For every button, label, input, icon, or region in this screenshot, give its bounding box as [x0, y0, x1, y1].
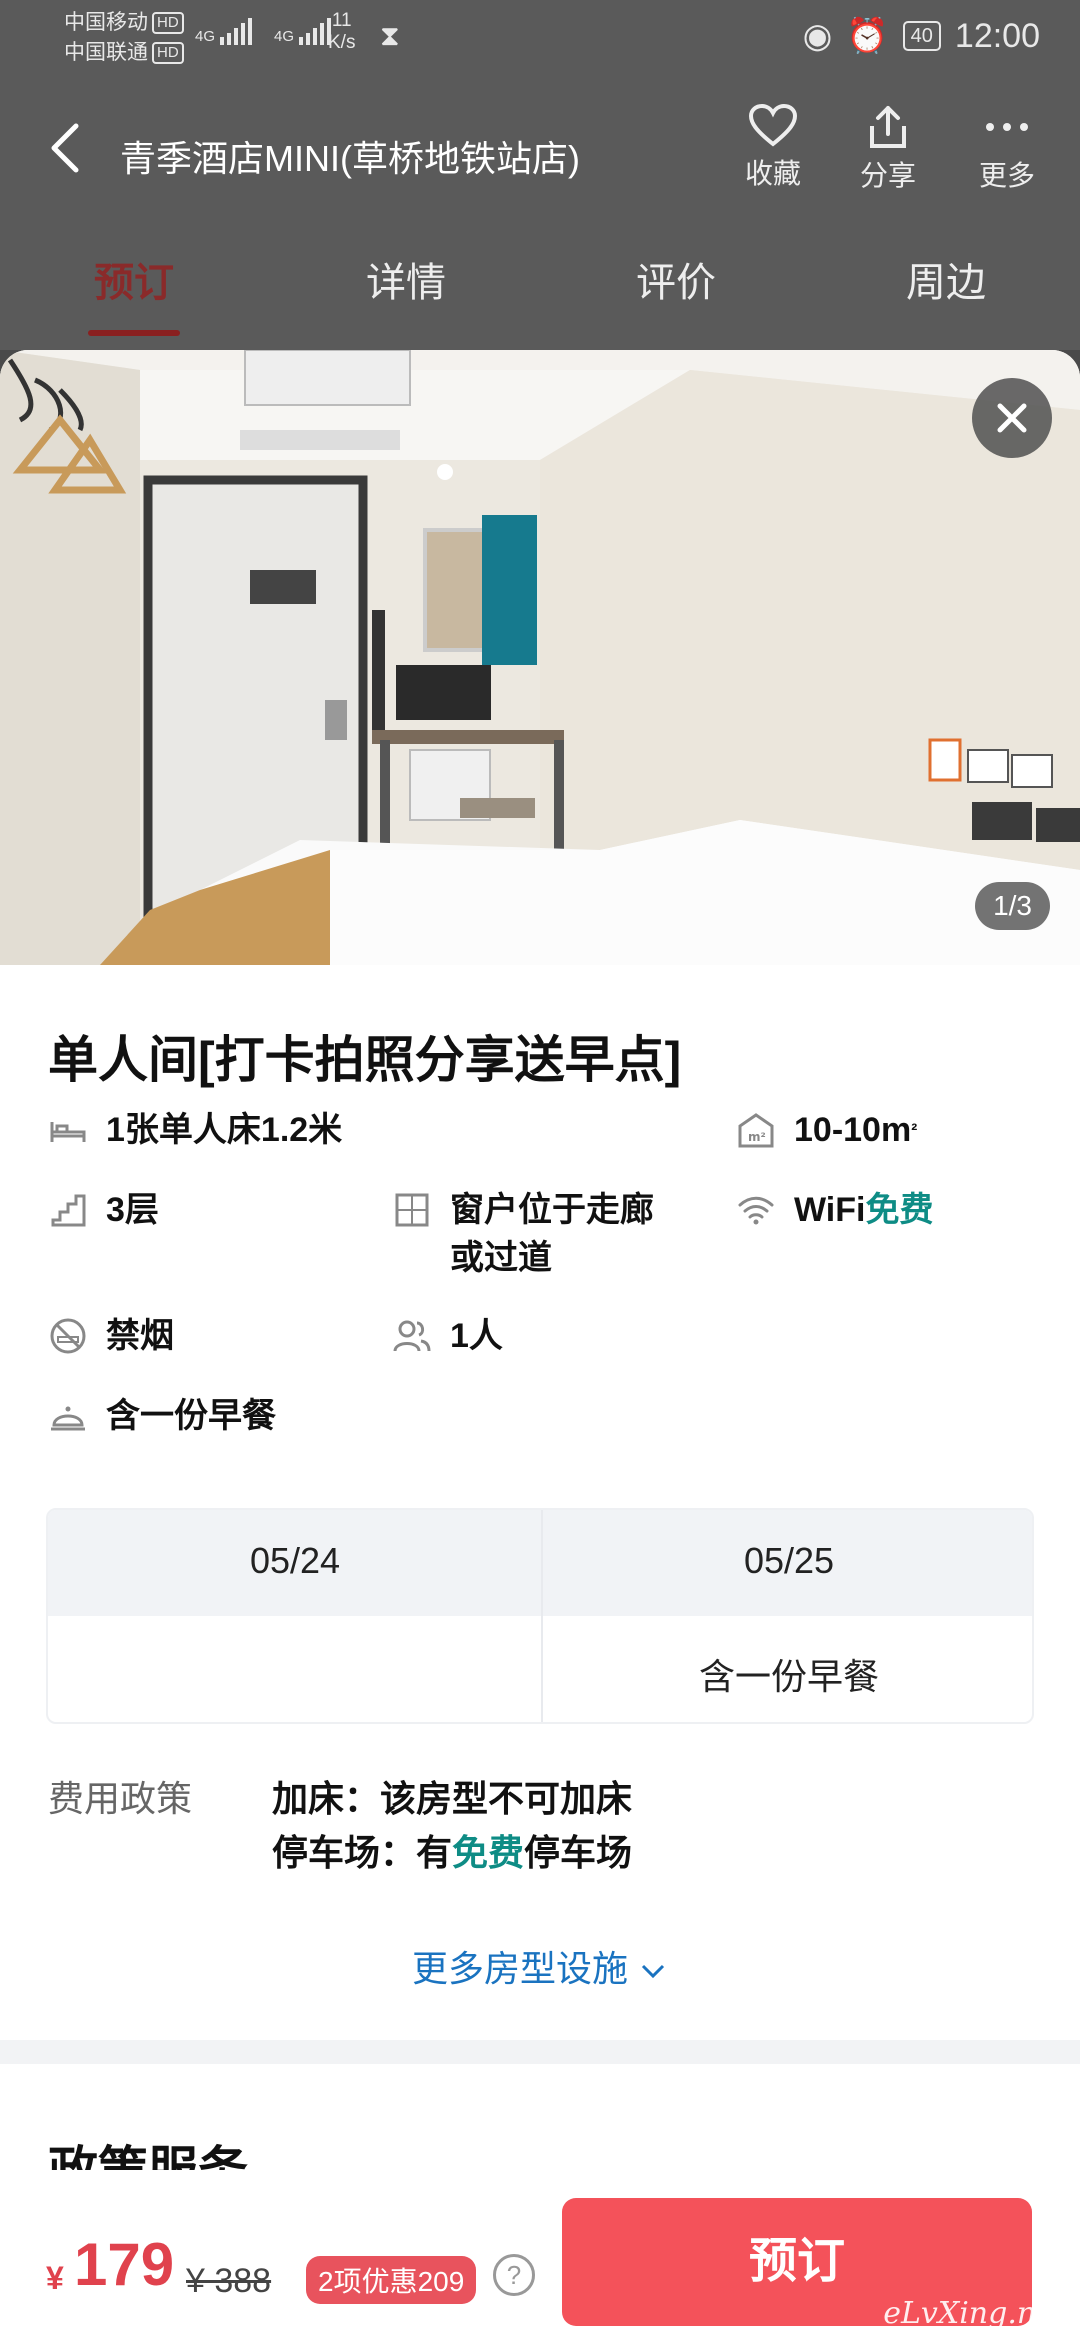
room-detail-sheet: 1/3 单人间[打卡拍照分享送早点] 1张单人床1.2米 m² 10-10m ² …: [0, 350, 1080, 2340]
room-name: 单人间[打卡拍照分享送早点]: [48, 1032, 682, 1088]
hotel-title: 青季酒店MINI(草桥地铁站店): [120, 138, 580, 179]
stairs-icon: [46, 1186, 90, 1234]
occupancy-text: 1人: [450, 1317, 503, 1355]
room-photo[interactable]: 1/3: [0, 350, 1080, 965]
no-smoking-icon: [46, 1312, 90, 1360]
smoking-text: 禁烟: [106, 1317, 174, 1355]
floor-info: 3层: [46, 1186, 159, 1234]
bed-icon: [46, 1106, 90, 1154]
tab-bar: 预订 详情 评价 周边: [0, 250, 1080, 340]
more-facilities-text: 更多房型设施: [411, 1948, 628, 1989]
hd-badge: HD: [152, 12, 184, 35]
heart-icon: [748, 104, 798, 147]
carrier-2: 中国联通: [64, 41, 148, 64]
status-bar: 中国移动 HD 中国联通 HD 4G 4G 11 K/s ⧗ ◉ ⏰ 40 12:00: [0, 0, 1080, 78]
smoking-info: 禁烟: [46, 1312, 174, 1360]
currency-symbol: ¥: [46, 2260, 64, 2296]
date-column-1: 05/24: [249, 1540, 341, 1581]
share-icon: [870, 106, 906, 148]
tab-reviews[interactable]: 评价: [586, 250, 766, 308]
date-cell-2: 含一份早餐: [698, 1656, 879, 1697]
original-price: ¥ 388: [186, 2262, 272, 2300]
more-label: 更多: [978, 160, 1035, 191]
status-right: ◉ ⏰ 40 12:00: [803, 16, 1040, 56]
parking-suffix: 停车场: [524, 1832, 633, 1873]
wifi-icon: [734, 1186, 778, 1234]
area-info: m² 10-10m ²: [734, 1106, 917, 1154]
active-tab-indicator: [88, 330, 180, 336]
bed-text: 1张单人床1.2米: [106, 1111, 343, 1149]
tab-details[interactable]: 详情: [316, 250, 496, 308]
window-icon: [390, 1186, 434, 1234]
area-icon: m²: [734, 1106, 778, 1154]
more-facilities-link[interactable]: 更多房型设施: [0, 1940, 1080, 1992]
breakfast-info: 含一份早餐: [46, 1392, 276, 1440]
current-price: 179: [74, 2231, 175, 2298]
share-label: 分享: [859, 160, 916, 191]
share-button[interactable]: 分享: [843, 104, 933, 194]
promo-badge[interactable]: 2项优惠209: [306, 2256, 477, 2304]
carrier-1: 中国移动: [64, 11, 148, 34]
signal-icon: 4G 4G: [195, 18, 332, 45]
hourglass-icon: ⧗: [380, 20, 400, 51]
wifi-free: 免费: [865, 1191, 934, 1229]
hd-badge: HD: [152, 42, 184, 65]
more-button[interactable]: 更多: [962, 104, 1052, 194]
window-text-2: 或过道: [450, 1239, 552, 1277]
date-column-2: 05/25: [743, 1540, 835, 1581]
floor-text: 3层: [106, 1191, 159, 1229]
breakfast-text: 含一份早餐: [106, 1397, 276, 1435]
photo-counter: 1/3: [975, 882, 1050, 930]
window-text-1: 窗户位于走廊: [450, 1191, 654, 1229]
help-icon[interactable]: ?: [493, 2254, 535, 2296]
parking-policy: 停车场：有免费停车场: [272, 1824, 632, 1876]
wifi-info: WiFi 免费: [734, 1186, 933, 1234]
extra-bed-policy: 加床：该房型不可加床: [272, 1778, 633, 1819]
close-button[interactable]: [972, 378, 1052, 458]
top-nav: 青季酒店MINI(草桥地铁站店) 收藏 分享 更多: [0, 90, 1080, 210]
svg-text:m²: m²: [748, 1130, 766, 1144]
more-dots-icon: [986, 123, 1028, 131]
date-meal-table: 05/24 05/25 含一份早餐: [46, 1508, 1034, 1724]
carrier-info: 中国移动 HD 中国联通 HD: [64, 8, 184, 68]
tab-booking[interactable]: 预订: [44, 250, 224, 308]
status-time: 12:00: [954, 16, 1040, 55]
favorite-label: 收藏: [744, 158, 801, 189]
close-icon: [997, 403, 1027, 433]
tab-nearby[interactable]: 周边: [856, 250, 1036, 308]
bed-info: 1张单人床1.2米: [46, 1106, 342, 1154]
room-photo-illustration: [0, 350, 1080, 965]
favorite-button[interactable]: 收藏: [728, 104, 818, 192]
section-divider: [0, 2040, 1080, 2064]
alarm-icon: ⏰: [846, 17, 889, 55]
network-speed: 11 K/s: [328, 10, 356, 53]
people-icon: [390, 1312, 434, 1360]
battery-icon: 40: [902, 21, 941, 51]
fee-policy-label: 费用政策: [48, 1778, 193, 1819]
wifi-label: WiFi: [794, 1191, 866, 1229]
area-unit-sup: ²: [911, 1120, 918, 1140]
occupancy-info: 1人: [390, 1312, 503, 1360]
window-info: 窗户位于走廊 或过道: [390, 1186, 654, 1282]
eye-icon: ◉: [802, 17, 833, 55]
parking-free: 免费: [452, 1832, 525, 1873]
parking-prefix: 停车场：有: [272, 1832, 453, 1873]
back-arrow-icon[interactable]: [46, 118, 86, 178]
chevron-down-icon: [641, 1965, 665, 1979]
area-text: 10-10m: [794, 1111, 912, 1149]
dining-cloche-icon: [46, 1392, 90, 1440]
background-page: 中国移动 HD 中国联通 HD 4G 4G 11 K/s ⧗ ◉ ⏰ 40 12:00…: [0, 0, 1080, 350]
watermark: eLvXing.net: [883, 2296, 1066, 2331]
column-divider: [541, 1510, 543, 1722]
